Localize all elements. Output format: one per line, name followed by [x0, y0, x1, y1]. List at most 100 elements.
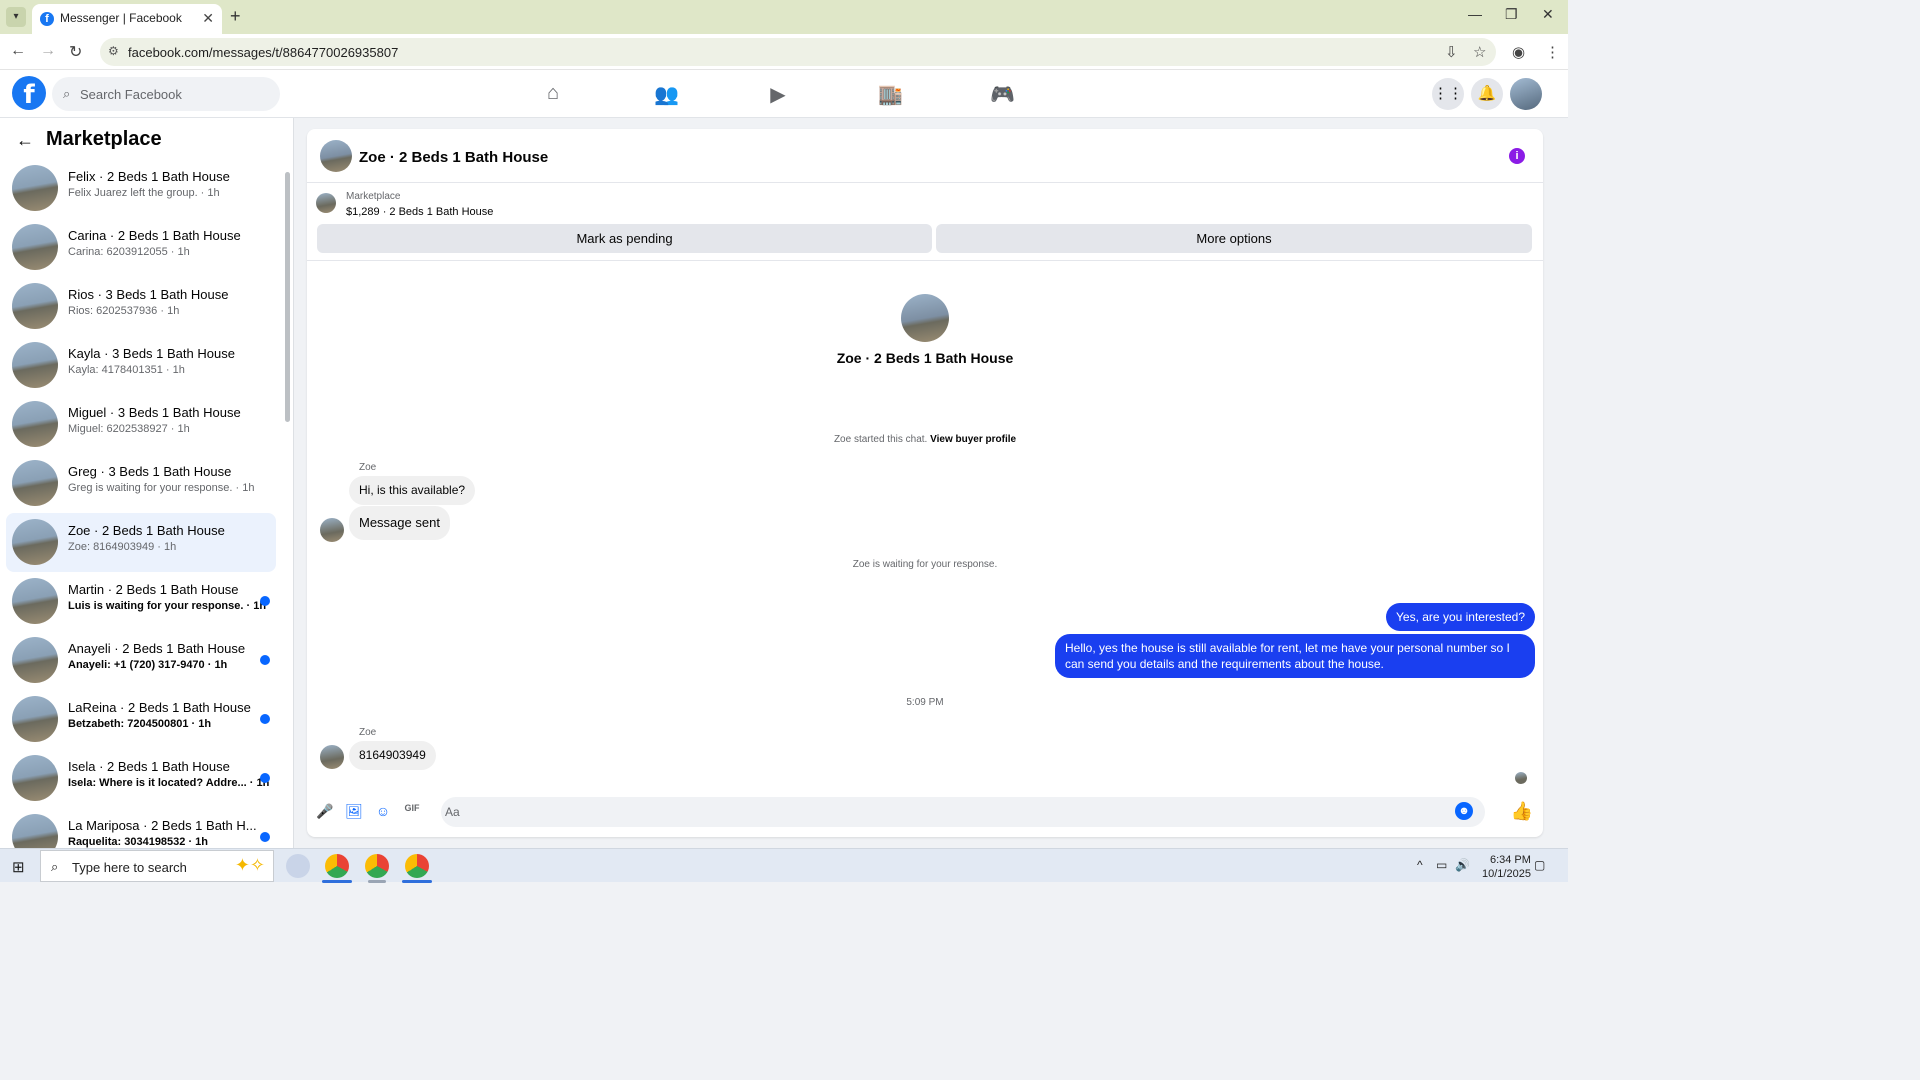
- browser-toolbar: ← → ↻ ⚙ facebook.com/messages/t/88647700…: [0, 34, 1568, 70]
- address-bar[interactable]: ⚙ facebook.com/messages/t/88647700269358…: [100, 38, 1496, 66]
- new-tab-button[interactable]: +: [230, 6, 241, 27]
- browser-menu-icon[interactable]: ⋮: [1545, 43, 1560, 61]
- view-buyer-profile-link[interactable]: View buyer profile: [930, 434, 1016, 445]
- conversation-item[interactable]: Kayla · 3 Beds 1 Bath House Kayla: 417840…: [6, 336, 276, 395]
- more-options-button[interactable]: More options: [936, 224, 1532, 253]
- unread-dot-icon: [260, 596, 270, 606]
- conversation-item[interactable]: Greg · 3 Beds 1 Bath House Greg is waitin…: [6, 454, 276, 513]
- facebook-logo-icon[interactable]: f: [12, 76, 46, 110]
- incoming-message[interactable]: 8164903949: [349, 741, 436, 770]
- thumbs-up-icon[interactable]: 👍: [1511, 801, 1533, 822]
- conversation-item[interactable]: Miguel · 3 Beds 1 Bath House Miguel: 6202…: [6, 395, 276, 454]
- tab-search-button[interactable]: ▾: [6, 7, 26, 27]
- marketplace-chat-list: ← Marketplace Felix · 2 Beds 1 Bath Hous…: [0, 118, 294, 848]
- gif-icon[interactable]: GIF: [403, 803, 421, 821]
- back-arrow-icon[interactable]: ←: [16, 130, 34, 151]
- conversation-item[interactable]: LaReina · 2 Beds 1 Bath House Betzabeth: …: [6, 690, 276, 749]
- mark-as-pending-button[interactable]: Mark as pending: [317, 224, 932, 253]
- sender-avatar[interactable]: [320, 518, 344, 542]
- conversation-name: La Mariposa · 2 Beds 1 Bath H...: [68, 818, 257, 833]
- emoji-icon[interactable]: ☻: [1455, 802, 1473, 820]
- minimize-icon[interactable]: —: [1468, 6, 1482, 22]
- network-icon[interactable]: ▭: [1436, 858, 1447, 872]
- taskbar-clock[interactable]: 6:34 PM 10/1/2025: [1482, 853, 1531, 881]
- sender-avatar[interactable]: [320, 745, 344, 769]
- conversation-item[interactable]: Isela · 2 Beds 1 Bath House Isela: Where …: [6, 749, 276, 808]
- gaming-icon[interactable]: 🎮: [990, 82, 1015, 106]
- browser-tab[interactable]: f Messenger | Facebook ✕: [32, 4, 222, 34]
- close-tab-icon[interactable]: ✕: [202, 10, 214, 27]
- conversation-preview: Betzabeth: 7204500801 · 1h: [68, 718, 212, 730]
- active-app-indicator: [322, 880, 352, 883]
- conversation-preview: Miguel: 6202538927 · 1h: [68, 423, 190, 435]
- windows-start-icon[interactable]: ⊞: [12, 858, 25, 876]
- account-avatar[interactable]: [1510, 78, 1542, 110]
- message-thread: Zoe · 2 Beds 1 Bath House Zoe started th…: [307, 262, 1543, 792]
- notifications-bell-icon[interactable]: 🔔: [1471, 78, 1503, 110]
- back-arrow-icon[interactable]: ←: [10, 42, 26, 60]
- facebook-favicon-icon: f: [40, 12, 54, 26]
- sparkle-icon: ✦✧: [234, 855, 265, 875]
- chat-title[interactable]: Zoe · 2 Beds 1 Bath House: [359, 149, 548, 166]
- volume-icon[interactable]: 🔊: [1455, 858, 1470, 872]
- conversation-item[interactable]: Rios · 3 Beds 1 Bath House Rios: 62025379…: [6, 277, 276, 336]
- conversation-preview: Greg is waiting for your response. · 1h: [68, 482, 255, 494]
- microphone-icon[interactable]: 🎤: [316, 803, 334, 821]
- tab-title: Messenger | Facebook: [60, 11, 182, 25]
- message-input[interactable]: Aa: [441, 797, 1485, 827]
- forward-arrow-icon[interactable]: →: [40, 42, 56, 60]
- restore-icon[interactable]: ❐: [1505, 6, 1518, 23]
- conversation-item[interactable]: Zoe · 2 Beds 1 Bath House Zoe: 8164903949…: [6, 513, 276, 572]
- friends-icon[interactable]: 👥: [654, 82, 679, 106]
- conversation-name: Anayeli · 2 Beds 1 Bath House: [68, 641, 246, 656]
- chrome-app-icon[interactable]: [325, 854, 349, 878]
- notification-center-icon[interactable]: ▢: [1534, 858, 1545, 872]
- message-composer: 🎤 🖼 ☺ GIF Aa ☻ 👍: [307, 793, 1543, 833]
- conversation-item[interactable]: Carina · 2 Beds 1 Bath House Carina: 6203…: [6, 218, 276, 277]
- url-text: facebook.com/messages/t/8864770026935807: [128, 45, 399, 60]
- conversation-name: Miguel · 3 Beds 1 Bath House: [68, 405, 241, 420]
- photo-icon[interactable]: 🖼: [345, 803, 363, 821]
- conversation-avatar: [12, 224, 58, 270]
- widget-app-icon[interactable]: [286, 854, 310, 878]
- taskbar-search-input[interactable]: ⌕ Type here to search ✦✧: [40, 850, 274, 882]
- incoming-message[interactable]: Message sent: [349, 506, 450, 540]
- sticker-icon[interactable]: ☺: [374, 803, 392, 821]
- install-app-icon[interactable]: ⇩: [1445, 43, 1458, 61]
- browser-tab-strip: ▾ f Messenger | Facebook ✕ + — ❐ ✕: [0, 0, 1568, 34]
- chrome-app-icon[interactable]: [405, 854, 429, 878]
- conversation-item[interactable]: La Mariposa · 2 Beds 1 Bath H... Raquelit…: [6, 808, 276, 848]
- conversation-preview: Luis is waiting for your response. · 1h: [68, 600, 267, 612]
- conversation-name: Felix · 2 Beds 1 Bath House: [68, 169, 230, 184]
- outgoing-message[interactable]: Yes, are you interested?: [1386, 603, 1535, 631]
- reload-icon[interactable]: ↻: [69, 42, 82, 62]
- conversation-item[interactable]: Felix · 2 Beds 1 Bath House Felix Juarez …: [6, 159, 276, 218]
- tray-overflow-icon[interactable]: ^: [1417, 858, 1423, 872]
- chat-avatar[interactable]: [320, 140, 352, 172]
- site-info-icon[interactable]: ⚙: [108, 44, 119, 58]
- chrome-app-icon[interactable]: [365, 854, 389, 878]
- windows-taskbar: ⊞ ⌕ Type here to search ✦✧ ^ ▭ 🔊 6:34 PM…: [0, 848, 1568, 883]
- profile-icon[interactable]: ◉: [1512, 43, 1525, 61]
- marketplace-icon[interactable]: 🏬: [878, 82, 903, 106]
- listing-price-title[interactable]: $1,289 · 2 Beds 1 Bath House: [346, 206, 493, 218]
- chat-started-notice: Zoe started this chat. View buyer profil…: [307, 434, 1543, 445]
- outgoing-message[interactable]: Hello, yes the house is still available …: [1055, 634, 1535, 678]
- facebook-search-input[interactable]: ⌕ Search Facebook: [52, 77, 280, 111]
- close-window-icon[interactable]: ✕: [1542, 6, 1554, 23]
- bookmark-star-icon[interactable]: ☆: [1473, 43, 1486, 61]
- message-timestamp: 5:09 PM: [906, 697, 944, 708]
- incoming-message[interactable]: Hi, is this available?: [349, 476, 476, 505]
- home-icon[interactable]: ⌂: [541, 82, 565, 106]
- conversation-avatar: [12, 342, 58, 388]
- listing-thumbnail[interactable]: [316, 193, 336, 213]
- conversation-avatar: [12, 814, 58, 848]
- sidebar-scrollbar[interactable]: [285, 172, 290, 422]
- conversation-item[interactable]: Anayeli · 2 Beds 1 Bath House Anayeli: +1…: [6, 631, 276, 690]
- info-icon[interactable]: i: [1509, 148, 1525, 164]
- menu-grid-icon[interactable]: ⋮⋮: [1432, 78, 1464, 110]
- conversation-avatar: [12, 283, 58, 329]
- conversation-item[interactable]: Martin · 2 Beds 1 Bath House Luis is wait…: [6, 572, 276, 631]
- video-icon[interactable]: ▶: [766, 82, 790, 106]
- conversation-name: Greg · 3 Beds 1 Bath House: [68, 464, 232, 479]
